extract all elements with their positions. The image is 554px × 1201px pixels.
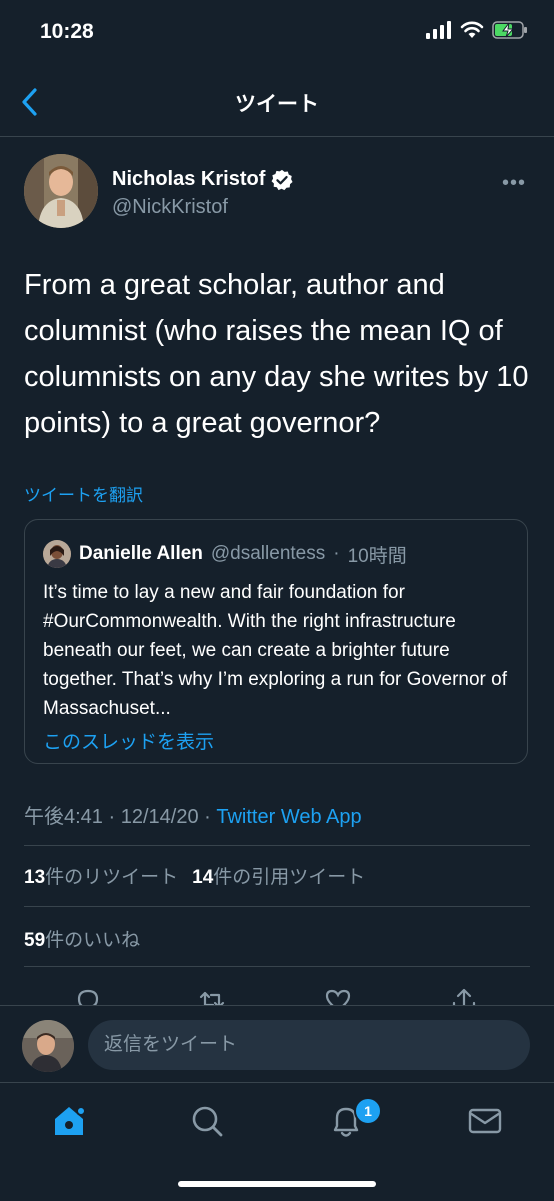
signal-icon xyxy=(426,21,451,39)
divider xyxy=(24,966,530,967)
retweets-label: 件のリツイート xyxy=(45,867,179,888)
quoted-tweet-text: It’s time to lay a new and fair foundati… xyxy=(43,582,507,719)
quoted-separator: · xyxy=(333,543,340,564)
nav-bar: ツイート xyxy=(0,66,554,137)
reply-bar xyxy=(0,1005,554,1083)
tweet-date: 12/14/20 xyxy=(120,806,199,828)
status-time: 10:28 xyxy=(40,20,94,43)
quoted-author-avatar xyxy=(43,540,71,568)
likes-stat[interactable]: 59件のいいね xyxy=(24,925,140,952)
tweet-time: 午後4:41 xyxy=(24,806,103,828)
status-bar: 10:28 xyxy=(0,0,554,66)
quotes-count: 14 xyxy=(192,867,214,888)
quoted-author-handle: @dsallentess xyxy=(210,543,326,564)
like-stats: 59件のいいね xyxy=(24,925,140,952)
battery-charging-icon xyxy=(492,21,527,39)
divider xyxy=(24,845,530,846)
translate-link[interactable]: ツイートを翻訳 xyxy=(24,481,143,506)
quoted-author-name: Danielle Allen xyxy=(79,543,203,564)
tweet-meta: 午後4:41 · 12/14/20 · Twitter Web App xyxy=(24,800,362,829)
quotes-stat[interactable]: 14件の引用ツイート xyxy=(192,862,365,889)
quotes-label: 件の引用ツイート xyxy=(213,867,366,888)
status-icons xyxy=(426,21,528,39)
wifi-icon xyxy=(460,21,484,38)
divider xyxy=(24,906,530,907)
likes-count: 59 xyxy=(24,930,46,951)
verified-badge-icon xyxy=(271,169,293,190)
more-icon[interactable]: ••• xyxy=(502,172,526,195)
notifications-badge: 1 xyxy=(354,1097,382,1125)
author-handle[interactable]: @NickKristof xyxy=(112,196,228,219)
meta-separator: · xyxy=(108,806,121,828)
tweet-author: Nicholas Kristof @NickKristof ••• xyxy=(24,154,530,234)
retweets-count: 13 xyxy=(24,867,46,888)
messages-icon[interactable] xyxy=(465,1101,505,1141)
meta-separator: · xyxy=(204,806,217,828)
home-indicator xyxy=(178,1181,376,1187)
page-title: ツイート xyxy=(235,93,319,116)
likes-label: 件のいいね xyxy=(45,930,141,951)
tweet-source[interactable]: Twitter Web App xyxy=(216,806,361,828)
search-icon[interactable] xyxy=(187,1101,227,1141)
author-name-row: Nicholas Kristof xyxy=(112,168,293,191)
show-thread-link[interactable]: このスレッドを表示 xyxy=(43,727,214,754)
author-avatar[interactable] xyxy=(24,154,98,228)
home-icon[interactable] xyxy=(49,1101,89,1141)
retweets-stat[interactable]: 13件のリツイート xyxy=(24,862,178,889)
reply-input[interactable] xyxy=(88,1020,530,1070)
retweet-stats: 13件のリツイート 14件の引用ツイート xyxy=(24,862,365,889)
quoted-time: 10時間 xyxy=(347,545,407,567)
tweet-text: From a great scholar, author and columni… xyxy=(24,269,529,439)
author-name[interactable]: Nicholas Kristof xyxy=(112,168,265,191)
quoted-tweet-header: Danielle Allen @dsallentess · 10時間 xyxy=(43,540,407,568)
user-avatar xyxy=(22,1020,74,1072)
quoted-tweet[interactable]: Danielle Allen @dsallentess · 10時間 It’s … xyxy=(24,519,528,764)
